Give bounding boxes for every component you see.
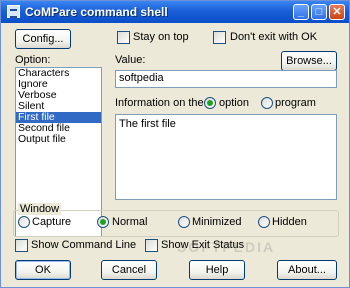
stay-on-top-checkbox[interactable] <box>117 31 130 44</box>
about-button[interactable]: About... <box>277 260 337 280</box>
list-item[interactable]: Output file <box>16 134 101 145</box>
show-command-line-checkbox[interactable] <box>15 239 28 252</box>
information-text: The first file <box>119 118 176 130</box>
ok-button[interactable]: OK <box>15 260 71 280</box>
title-bar[interactable]: CoMPare command shell _ □ ✕ <box>1 1 349 23</box>
value-input[interactable]: softpedia <box>115 70 337 88</box>
info-program-label: program <box>275 97 316 109</box>
information-label: Information on the <box>115 97 204 109</box>
dont-exit-checkbox[interactable] <box>213 31 226 44</box>
config-button[interactable]: Config... <box>15 29 71 49</box>
show-command-line-label: Show Command Line <box>31 239 137 251</box>
information-textbox[interactable]: The first file <box>115 114 337 200</box>
app-icon <box>7 5 20 18</box>
info-program-radio[interactable] <box>261 97 273 109</box>
value-label: Value: <box>115 54 146 66</box>
info-option-label: option <box>219 97 249 109</box>
dont-exit-label: Don't exit with OK <box>230 31 318 43</box>
hidden-label: Hidden <box>272 216 307 228</box>
normal-radio[interactable] <box>97 216 109 228</box>
hidden-radio[interactable] <box>258 216 270 228</box>
normal-label: Normal <box>112 216 148 228</box>
minimized-label: Minimized <box>192 216 242 228</box>
cancel-button[interactable]: Cancel <box>101 260 157 280</box>
show-exit-status-checkbox[interactable] <box>145 239 158 252</box>
window-title: CoMPare command shell <box>25 5 168 19</box>
softpedia-watermark: SOFTPEDIA <box>177 239 276 255</box>
info-option-radio[interactable] <box>204 97 216 109</box>
capture-radio[interactable] <box>18 216 30 228</box>
option-label: Option: <box>15 54 51 66</box>
help-button[interactable]: Help <box>189 260 245 280</box>
browse-button[interactable]: Browse... <box>281 51 337 71</box>
stay-on-top-label: Stay on top <box>133 31 189 43</box>
capture-label: Capture <box>32 216 72 228</box>
close-button[interactable]: ✕ <box>329 4 345 20</box>
compare-command-shell-window: CoMPare command shell _ □ ✕ Config... St… <box>0 0 350 288</box>
maximize-button[interactable]: □ <box>311 4 327 20</box>
window-group-title: Window <box>18 203 62 215</box>
minimized-radio[interactable] <box>178 216 190 228</box>
minimize-button[interactable]: _ <box>293 4 309 20</box>
